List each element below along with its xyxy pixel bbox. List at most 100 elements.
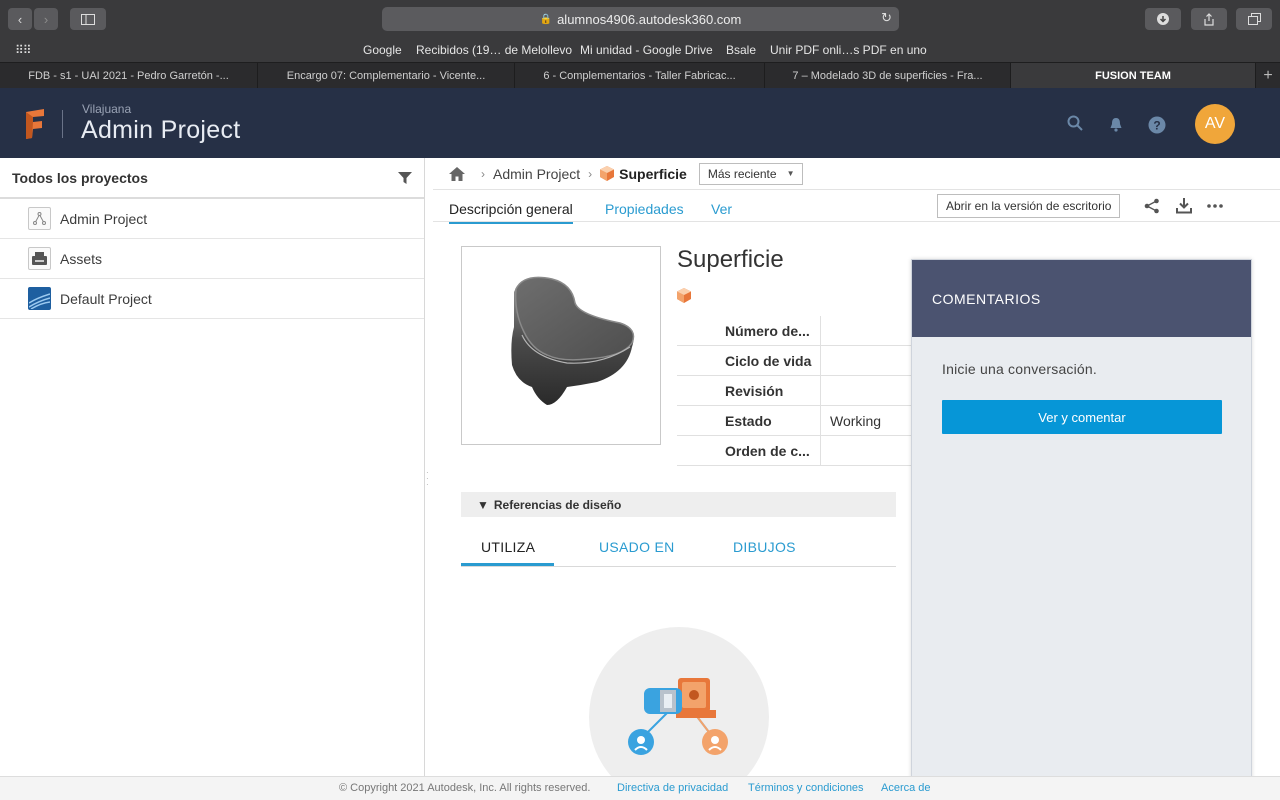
copyright-text: © Copyright 2021 Autodesk, Inc. All righ…: [339, 782, 591, 794]
favorite-google[interactable]: Google: [363, 43, 402, 57]
caret-down-icon: ▼: [786, 169, 795, 178]
favorite-google-drive[interactable]: Mi unidad - Google Drive: [580, 43, 713, 57]
favorite-unir-pdf[interactable]: Unir PDF onli…s PDF en uno: [770, 43, 927, 57]
breadcrumb-current: Superficie: [619, 165, 687, 182]
comments-title: COMENTARIOS: [912, 260, 1251, 337]
share-button[interactable]: [1191, 8, 1227, 30]
property-value: [821, 376, 830, 405]
property-row: Revisión: [677, 376, 912, 406]
browser-tab[interactable]: Encargo 07: Complementario - Vicente...: [258, 63, 515, 88]
app-header: Vilajuana Admin Project ? AV: [0, 88, 1280, 158]
sidebar-icon: [81, 13, 95, 25]
terms-link[interactable]: Términos y condiciones: [748, 782, 864, 794]
references-illustration: [628, 678, 728, 755]
forward-button[interactable]: ›: [34, 8, 58, 30]
chevron-right-icon: ›: [588, 166, 593, 181]
property-row: Orden de c...: [677, 436, 912, 466]
tab-used-in[interactable]: USADO EN: [599, 539, 675, 555]
breadcrumb-project-link[interactable]: Admin Project: [493, 166, 580, 182]
chevron-right-icon: ›: [481, 166, 485, 181]
tabs-overview-button[interactable]: [1236, 8, 1272, 30]
design-thumbnail[interactable]: [461, 246, 661, 445]
version-dropdown-label: Más reciente: [707, 166, 777, 181]
sidebar-title: Todos los proyectos: [12, 169, 148, 186]
sidebar-toggle-button[interactable]: [70, 8, 106, 30]
browser-tab[interactable]: 7 – Modelado 3D de superficies - Fra...: [765, 63, 1011, 88]
triangle-down-icon: ▼: [477, 497, 489, 512]
share-icon: [1204, 12, 1214, 26]
tabs-icon: [1247, 13, 1261, 25]
active-tab-indicator: [461, 563, 554, 566]
property-key: Revisión: [677, 376, 821, 405]
tab-drawings[interactable]: DIBUJOS: [733, 539, 796, 555]
sidebar-header: Todos los proyectos: [0, 158, 424, 199]
favorite-recibidos[interactable]: Recibidos (19… de Melollevo: [416, 43, 572, 57]
tab-properties[interactable]: Propiedades: [605, 201, 684, 217]
project-title: Admin Project: [81, 116, 241, 144]
privacy-link[interactable]: Directiva de privacidad: [617, 782, 728, 794]
version-dropdown[interactable]: Más reciente ▼: [698, 162, 804, 185]
printer-icon: [28, 247, 51, 270]
panel-resize-handle[interactable]: · · ·: [426, 469, 430, 494]
design-references-toggle[interactable]: ▼ Referencias de diseño: [461, 492, 896, 517]
property-row: Ciclo de vida: [677, 346, 912, 376]
project-thumbnail-icon: [28, 287, 51, 310]
browser-tab[interactable]: 6 - Complementarios - Taller Fabricac...: [515, 63, 765, 88]
fusion-logo-icon[interactable]: [24, 108, 46, 140]
comments-prompt: Inicie una conversación.: [942, 361, 1097, 377]
downloads-button[interactable]: [1145, 8, 1181, 30]
favorite-bsale[interactable]: Bsale: [726, 43, 756, 57]
tab-uses[interactable]: UTILIZA: [481, 539, 535, 555]
tab-view[interactable]: Ver: [711, 201, 732, 217]
property-value: [821, 436, 830, 465]
tab-overview[interactable]: Descripción general: [449, 201, 573, 224]
search-icon[interactable]: [1067, 115, 1083, 131]
avatar[interactable]: AV: [1195, 104, 1235, 144]
back-button[interactable]: ‹: [8, 8, 32, 30]
property-key: Orden de c...: [677, 436, 821, 465]
breadcrumb: › Admin Project › Superficie Más recient…: [433, 158, 1280, 190]
comments-panel: COMENTARIOS Inicie una conversación. Ver…: [911, 259, 1252, 784]
design-references-title: Referencias de diseño: [493, 497, 622, 512]
footer: © Copyright 2021 Autodesk, Inc. All righ…: [0, 776, 1280, 800]
sidebar-item-default-project[interactable]: Default Project: [0, 279, 424, 319]
property-key: Número de...: [677, 316, 821, 345]
design-file-icon: [677, 288, 691, 303]
new-tab-button[interactable]: +: [1256, 63, 1280, 88]
share-icon[interactable]: [1144, 198, 1160, 214]
header-divider: [62, 110, 63, 138]
about-link[interactable]: Acerca de: [881, 782, 931, 794]
property-row: Estado Working: [677, 406, 912, 436]
properties-table: Número de... Ciclo de vida Revisión Esta…: [677, 316, 912, 466]
sidebar-item-label: Assets: [60, 250, 103, 267]
address-bar[interactable]: 🔒 alumnos4906.autodesk360.com ↻: [382, 7, 899, 31]
more-options-icon[interactable]: [1207, 204, 1223, 208]
open-in-desktop-button[interactable]: Abrir en la versión de escritorio: [937, 194, 1121, 218]
download-icon: [1157, 13, 1169, 25]
project-icon: [28, 207, 51, 230]
help-icon[interactable]: ?: [1148, 116, 1166, 134]
sidebar-item-admin-project[interactable]: Admin Project: [0, 199, 424, 239]
url-text: alumnos4906.autodesk360.com: [557, 11, 742, 27]
references-tabs: UTILIZA USADO EN DIBUJOS: [461, 530, 896, 567]
sidebar-item-assets[interactable]: Assets: [0, 239, 424, 279]
grid-icon[interactable]: ⠿⠿: [15, 43, 32, 57]
reload-icon[interactable]: ↻: [881, 10, 892, 26]
view-and-comment-button[interactable]: Ver y comentar: [942, 400, 1222, 434]
project-sidebar: Todos los proyectos Admin Project Assets…: [0, 158, 425, 778]
browser-tab-active[interactable]: FUSION TEAM: [1011, 63, 1256, 88]
browser-toolbar: ‹ › 🔒 alumnos4906.autodesk360.com ↻: [0, 0, 1280, 38]
filter-icon[interactable]: [398, 171, 412, 185]
property-key: Ciclo de vida: [677, 346, 821, 375]
design-file-icon: [600, 166, 615, 181]
hub-name: Vilajuana: [82, 102, 132, 116]
sidebar-item-label: Default Project: [60, 290, 152, 307]
property-value: Working: [830, 412, 882, 429]
property-value: [821, 316, 830, 345]
download-icon[interactable]: [1176, 197, 1192, 214]
svg-text:?: ?: [1153, 119, 1160, 133]
file-title: Superficie: [677, 246, 784, 273]
bell-icon[interactable]: [1109, 117, 1123, 132]
home-icon[interactable]: [449, 166, 465, 181]
browser-tab[interactable]: FDB - s1 - UAI 2021 - Pedro Garretón -..…: [0, 63, 258, 88]
